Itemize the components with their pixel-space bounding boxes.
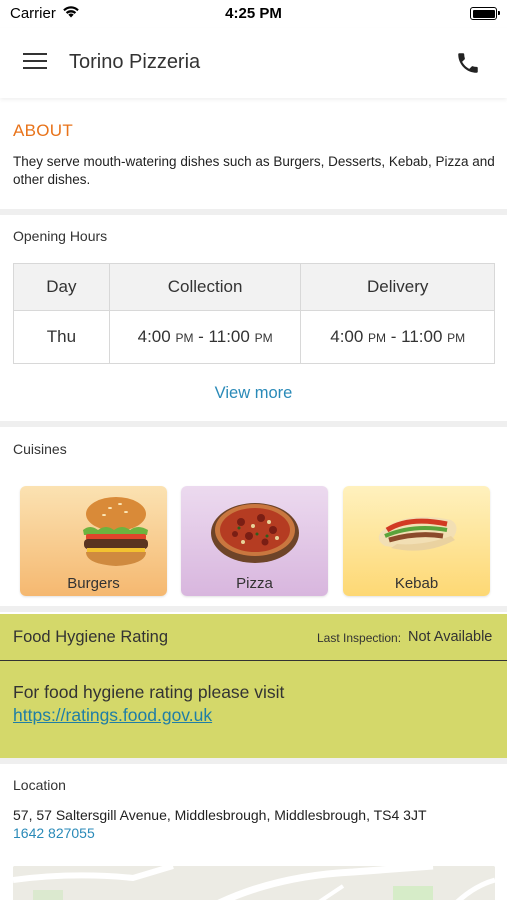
phone-number-link[interactable]: 1642 827055: [13, 825, 95, 841]
location-heading: Location: [13, 777, 66, 793]
opening-hours-heading: Opening Hours: [13, 228, 108, 244]
cuisines-heading: Cuisines: [13, 441, 67, 457]
food-hygiene-link[interactable]: https://ratings.food.gov.uk: [13, 705, 212, 726]
app-header: Torino Pizzeria: [0, 28, 507, 98]
divider: [0, 421, 507, 427]
hamburger-menu-icon[interactable]: [23, 52, 47, 72]
cuisine-card-kebab[interactable]: Kebab: [343, 486, 490, 596]
food-hygiene-panel: Food Hygiene Rating Last Inspection: Not…: [0, 614, 507, 758]
kebab-icon: [378, 516, 457, 551]
view-more-link[interactable]: View more: [0, 384, 507, 403]
location-map[interactable]: [13, 866, 495, 900]
collection-hours-cell: 4:00 PM - 11:00 PM: [108, 310, 302, 364]
column-header-day: Day: [13, 263, 110, 311]
about-text: They serve mouth-watering dishes such as…: [13, 154, 495, 187]
battery-icon: [470, 7, 500, 20]
divider: [0, 758, 507, 764]
burger-icon: [83, 497, 148, 566]
column-header-delivery: Delivery: [300, 263, 495, 311]
delivery-hours-cell: 4:00 PM - 11:00 PM: [300, 310, 495, 364]
restaurant-title: Torino Pizzeria: [69, 51, 201, 73]
table-row: Thu 4:00 PM - 11:00 PM 4:00 PM - 11:00 P…: [13, 310, 495, 364]
cuisine-card-pizza[interactable]: Pizza: [181, 486, 328, 596]
address-text: 57, 57 Saltersgill Avenue, Middlesbrough…: [13, 807, 427, 823]
pizza-icon: [211, 503, 299, 563]
status-bar: Carrier 4:25 PM: [0, 0, 507, 28]
column-header-collection: Collection: [108, 263, 302, 311]
divider: [0, 209, 507, 215]
cuisine-label: Pizza: [236, 575, 273, 592]
opening-hours-table: Day Collection Delivery Thu 4:00 PM - 11…: [13, 263, 495, 364]
cuisine-label: Kebab: [394, 575, 439, 592]
divider: [0, 606, 507, 612]
table-header-row: Day Collection Delivery: [13, 263, 495, 311]
phone-icon[interactable]: [455, 50, 481, 76]
clock: 4:25 PM: [225, 5, 282, 22]
map-tiles: [13, 866, 495, 900]
food-hygiene-header: Food Hygiene Rating Last Inspection: Not…: [0, 614, 507, 661]
cuisine-label: Burgers: [67, 575, 120, 592]
last-inspection-value: Not Available: [408, 629, 493, 645]
cuisine-card-burgers[interactable]: Burgers: [20, 486, 167, 596]
about-heading: ABOUT: [13, 121, 74, 140]
food-hygiene-text: For food hygiene rating please visit: [13, 682, 285, 702]
last-inspection-label: Last Inspection:: [317, 631, 402, 645]
day-cell: Thu: [13, 310, 110, 364]
food-hygiene-title: Food Hygiene Rating: [13, 628, 169, 646]
